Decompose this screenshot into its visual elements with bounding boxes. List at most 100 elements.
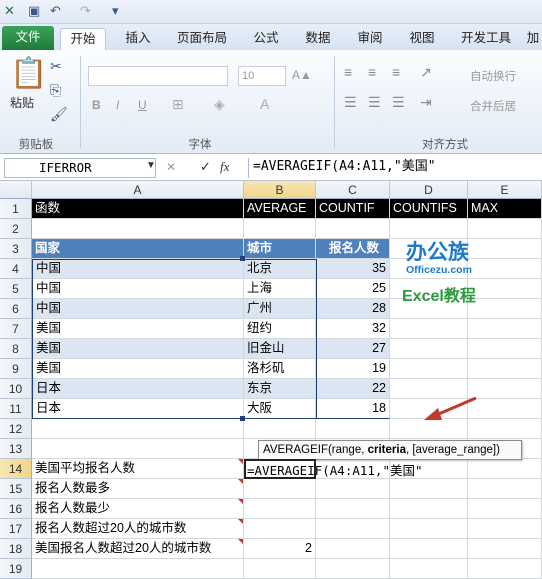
align-center-icon[interactable]: ☰ — [368, 94, 381, 111]
cell[interactable] — [390, 499, 468, 519]
paste-icon[interactable]: 📋 — [10, 56, 47, 91]
grow-font-icon[interactable]: A▲ — [292, 68, 312, 82]
row-header[interactable]: 16 — [0, 499, 32, 519]
table-row-cell[interactable]: 35 — [316, 259, 390, 279]
cell[interactable] — [468, 539, 542, 559]
align-bottom-icon[interactable]: ≡ — [392, 64, 400, 80]
cell[interactable] — [468, 499, 542, 519]
row-header[interactable]: 12 — [0, 419, 32, 439]
row-header[interactable]: 9 — [0, 359, 32, 379]
cell[interactable] — [468, 479, 542, 499]
tab-file[interactable]: 文件 — [2, 26, 54, 50]
row-header[interactable]: 1 — [0, 199, 32, 219]
cell[interactable] — [468, 319, 542, 339]
table-row-cell[interactable]: 25 — [316, 279, 390, 299]
row-header[interactable]: 7 — [0, 319, 32, 339]
name-box[interactable]: IFERROR — [4, 158, 156, 178]
redo-icon[interactable]: ↷ — [80, 3, 91, 19]
cell[interactable] — [390, 319, 468, 339]
cell[interactable] — [390, 539, 468, 559]
table-row-cell[interactable]: 北京 — [244, 259, 316, 279]
cell[interactable] — [244, 219, 316, 239]
cell[interactable] — [468, 519, 542, 539]
copy-icon[interactable]: ⎘ — [50, 82, 61, 99]
cell[interactable] — [316, 419, 390, 439]
row-header[interactable]: 8 — [0, 339, 32, 359]
table-header-cell[interactable]: 国家 — [32, 239, 244, 259]
table-row-cell[interactable]: 中国 — [32, 299, 244, 319]
borders-icon[interactable]: ⊞ — [172, 96, 184, 113]
table-row-cell[interactable]: 中国 — [32, 259, 244, 279]
selection-handle-icon[interactable] — [240, 416, 245, 421]
cell[interactable] — [316, 219, 390, 239]
answer-cell[interactable] — [244, 499, 316, 519]
column-header-d[interactable]: D — [390, 181, 468, 199]
function-name-cell[interactable]: 函数 — [32, 199, 244, 219]
font-size-combo[interactable]: 10 — [238, 66, 286, 86]
function-name-cell[interactable]: COUNTIF — [316, 199, 390, 219]
table-row-cell[interactable]: 美国 — [32, 319, 244, 339]
row-header[interactable]: 11 — [0, 399, 32, 419]
save-icon[interactable]: ▣ — [28, 3, 40, 19]
table-row-cell[interactable]: 美国 — [32, 359, 244, 379]
align-left-icon[interactable]: ☰ — [344, 94, 357, 111]
cell[interactable] — [390, 519, 468, 539]
table-row-cell[interactable]: 27 — [316, 339, 390, 359]
question-label-cell[interactable]: 报名人数最多 — [32, 479, 244, 499]
tab-formulas[interactable]: 公式 — [246, 28, 286, 50]
wrap-text-button[interactable]: 自动换行 — [470, 68, 516, 84]
answer-cell[interactable]: =AVERAGEIF(A4:A11,"美国" — [244, 459, 423, 479]
insert-function-icon[interactable]: fx — [220, 159, 229, 175]
answer-cell[interactable]: 2 — [244, 539, 316, 559]
cell[interactable] — [32, 439, 244, 459]
question-label-cell[interactable]: 美国平均报名人数 — [32, 459, 244, 479]
row-header[interactable]: 2 — [0, 219, 32, 239]
question-label-cell[interactable]: 报名人数超过20人的城市数 — [32, 519, 244, 539]
table-row-cell[interactable]: 日本 — [32, 399, 244, 419]
row-header[interactable]: 3 — [0, 239, 32, 259]
table-row-cell[interactable]: 大阪 — [244, 399, 316, 419]
answer-cell[interactable] — [244, 519, 316, 539]
cell[interactable] — [32, 419, 244, 439]
column-header-b[interactable]: B — [244, 181, 316, 199]
cell[interactable] — [244, 559, 316, 579]
cut-icon[interactable]: ✂ — [50, 58, 62, 75]
table-row-cell[interactable]: 纽约 — [244, 319, 316, 339]
table-row-cell[interactable]: 22 — [316, 379, 390, 399]
align-middle-icon[interactable]: ≡ — [368, 64, 376, 80]
cell[interactable] — [390, 359, 468, 379]
cell[interactable] — [316, 519, 390, 539]
table-row-cell[interactable]: 美国 — [32, 339, 244, 359]
cell[interactable] — [468, 339, 542, 359]
align-right-icon[interactable]: ☰ — [392, 94, 405, 111]
table-header-cell[interactable]: 城市 — [244, 239, 316, 259]
tab-view[interactable]: 视图 — [402, 28, 442, 50]
tab-home[interactable]: 开始 — [60, 28, 106, 50]
table-row-cell[interactable]: 中国 — [32, 279, 244, 299]
cell[interactable] — [316, 499, 390, 519]
tab-data[interactable]: 数据 — [298, 28, 338, 50]
italic-button[interactable]: I — [116, 98, 119, 112]
paste-button[interactable]: 粘贴 — [10, 94, 34, 111]
column-header-c[interactable]: C — [316, 181, 390, 199]
cancel-formula-icon[interactable]: ✕ — [166, 160, 176, 174]
cell[interactable] — [390, 339, 468, 359]
cell[interactable] — [468, 459, 542, 479]
row-header[interactable]: 6 — [0, 299, 32, 319]
cell[interactable] — [468, 559, 542, 579]
format-painter-icon[interactable]: 🖌 — [50, 106, 68, 123]
cell[interactable] — [32, 219, 244, 239]
cell[interactable] — [244, 419, 316, 439]
name-box-dropdown-icon[interactable]: ▼ — [146, 160, 156, 171]
indent-icon[interactable]: ⇥ — [420, 94, 432, 111]
selection-handle-icon[interactable] — [240, 256, 245, 261]
tab-review[interactable]: 审阅 — [350, 28, 390, 50]
tab-addins[interactable]: 加 — [524, 28, 542, 50]
cell[interactable] — [390, 479, 468, 499]
table-row-cell[interactable]: 28 — [316, 299, 390, 319]
tab-developer[interactable]: 开发工具 — [454, 28, 518, 50]
underline-button[interactable]: U — [138, 98, 147, 112]
merge-center-button[interactable]: 合并后居 — [470, 98, 516, 114]
cell[interactable] — [390, 559, 468, 579]
row-header[interactable]: 19 — [0, 559, 32, 579]
